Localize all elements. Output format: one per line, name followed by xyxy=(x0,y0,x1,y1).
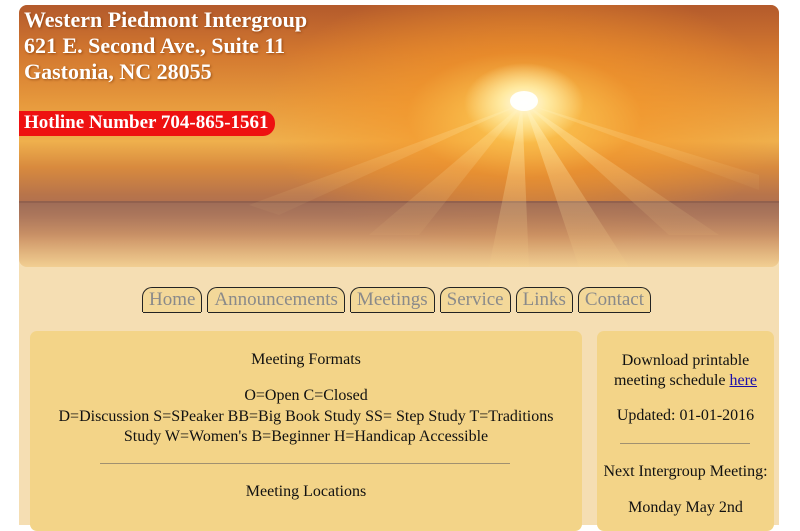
org-street: 621 E. Second Ave., Suite 11 xyxy=(24,33,286,58)
nav-tab-links[interactable]: Links xyxy=(515,287,573,313)
formats-legend: D=Discussion S=SPeaker BB=Big Book Study… xyxy=(58,408,554,445)
sidebar-panel: Download printable meeting schedule here… xyxy=(597,331,774,531)
org-name: Western Piedmont Intergroup xyxy=(24,7,308,32)
page-container: Western Piedmont Intergroup 621 E. Secon… xyxy=(19,5,779,531)
org-city: Gastonia, NC 28055 xyxy=(24,59,212,84)
meeting-formats-heading: Meeting Formats xyxy=(251,351,361,368)
sidebar-divider xyxy=(620,443,750,444)
download-schedule-text: Download printable meeting schedule here xyxy=(597,351,774,391)
nav-tab-meetings[interactable]: Meetings xyxy=(349,287,435,313)
hotline-badge: Hotline Number 704-865-1561 xyxy=(19,111,275,136)
meeting-locations-heading: Meeting Locations xyxy=(245,483,367,500)
nav-tab-contact[interactable]: Contact xyxy=(577,287,652,313)
nav-tab-announcements[interactable]: Announcements xyxy=(207,287,345,313)
nav-tab-service[interactable]: Service xyxy=(439,287,511,313)
nav-tab-home[interactable]: Home xyxy=(142,287,203,313)
next-meeting-label: Next Intergroup Meeting: xyxy=(603,463,768,480)
org-address-block: Western Piedmont Intergroup 621 E. Secon… xyxy=(24,7,307,85)
main-nav: Home Announcements Meetings Service Link… xyxy=(142,287,652,313)
download-here-link[interactable]: here xyxy=(729,372,757,389)
main-content-panel: Meeting Formats O=Open C=Closed D=Discus… xyxy=(30,331,582,531)
next-meeting-date: Monday May 2nd xyxy=(628,499,743,516)
updated-date: Updated: 01-01-2016 xyxy=(616,407,755,424)
formats-open-closed: O=Open C=Closed xyxy=(244,387,368,404)
header-banner: Western Piedmont Intergroup 621 E. Secon… xyxy=(19,5,779,267)
divider xyxy=(100,463,510,464)
